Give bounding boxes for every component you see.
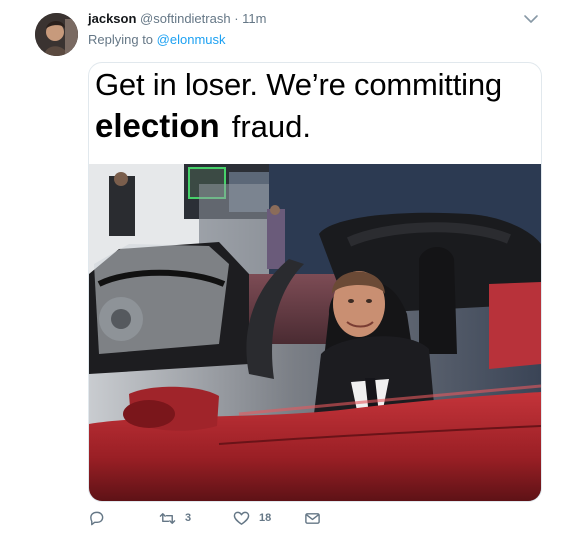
meme-caption-line2: election fraud. <box>95 104 535 149</box>
user-handle[interactable]: @softindietrash <box>140 11 231 26</box>
replying-prefix: Replying to <box>88 32 154 47</box>
retweet-button[interactable]: 3 <box>159 508 191 528</box>
tweet[interactable]: jackson @softindietrash · 11m Replying t… <box>0 0 574 537</box>
reply-icon <box>88 510 105 527</box>
timestamp[interactable]: 11m <box>242 11 266 26</box>
tweet-header: jackson @softindietrash · 11m <box>88 10 267 27</box>
heart-icon <box>233 510 250 527</box>
display-name[interactable]: jackson <box>88 11 136 26</box>
meme-caption-bold: election <box>95 107 220 144</box>
retweet-count: 3 <box>185 512 192 524</box>
like-button[interactable]: 18 <box>233 508 271 528</box>
envelope-icon <box>304 510 321 527</box>
replying-mention[interactable]: @elonmusk <box>157 32 226 47</box>
direct-message-button[interactable] <box>304 508 321 528</box>
replying-to: Replying to @elonmusk <box>88 31 226 48</box>
reply-button[interactable] <box>88 508 105 528</box>
tweet-media[interactable]: Get in loser. We’re committing election f… <box>88 62 542 502</box>
chevron-down-icon[interactable] <box>523 12 539 26</box>
meme-caption-line1: Get in loser. We’re committing <box>95 67 502 102</box>
like-count: 18 <box>259 512 272 524</box>
avatar[interactable] <box>35 13 78 56</box>
meme-caption: Get in loser. We’re committing election f… <box>95 66 535 149</box>
meme-photo <box>89 164 541 501</box>
retweet-icon <box>159 510 176 527</box>
meme-caption-rest: fraud. <box>231 109 311 144</box>
separator-dot: · <box>234 11 239 26</box>
